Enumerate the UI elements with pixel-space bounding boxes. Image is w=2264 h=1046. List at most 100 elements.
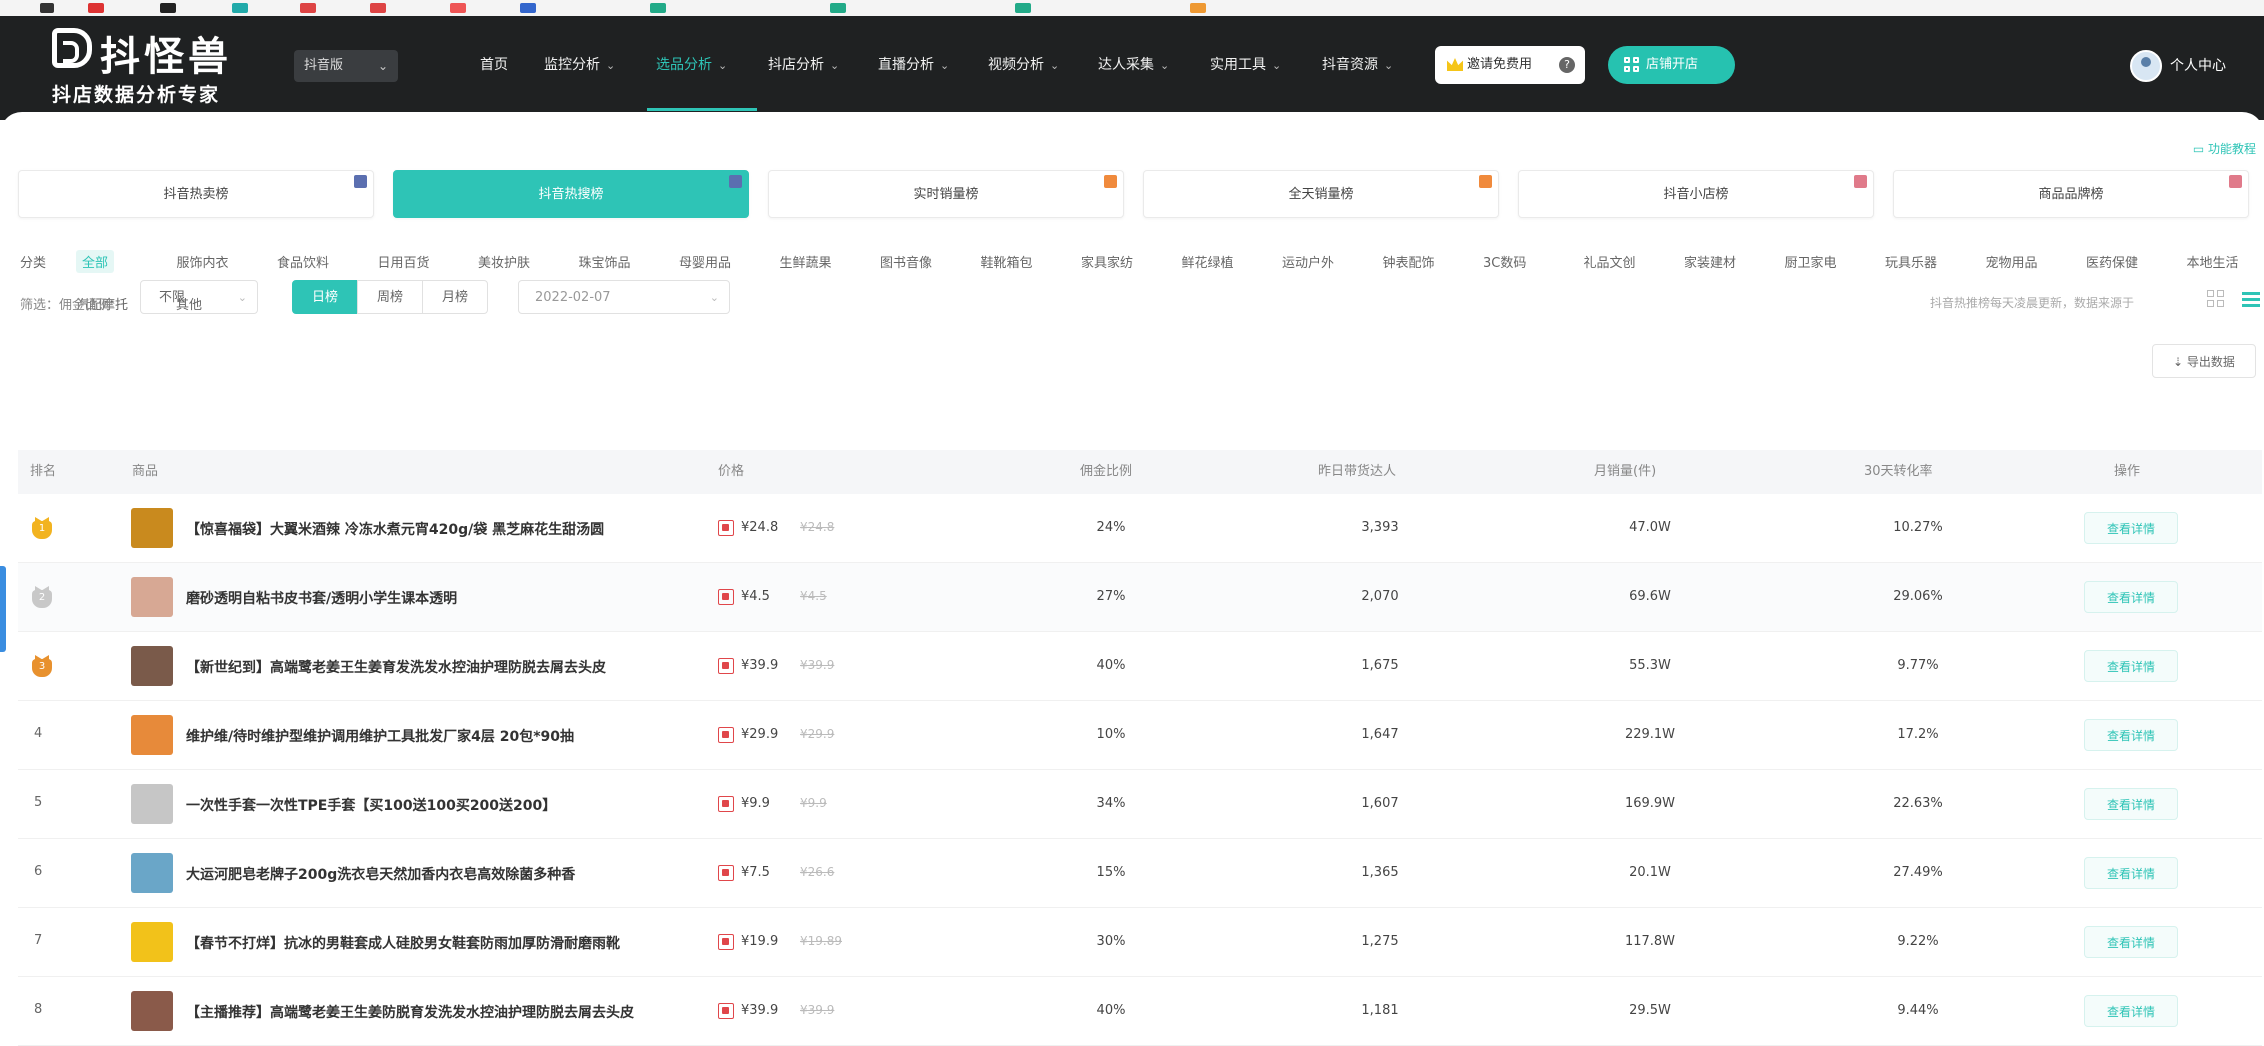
- product-name[interactable]: 【春节不打烊】抗冰的男鞋套成人硅胶男女鞋套防雨加厚防滑耐磨雨靴: [186, 933, 620, 953]
- list-view-icon[interactable]: [2242, 292, 2260, 308]
- date-picker[interactable]: 2022-02-07 ⌄: [518, 280, 730, 314]
- product-name[interactable]: 磨砂透明自粘书皮书套/透明小学生课本透明: [186, 588, 457, 608]
- product-thumbnail[interactable]: [131, 646, 173, 686]
- view-details-button[interactable]: 查看详情: [2084, 995, 2178, 1027]
- product-thumbnail[interactable]: [131, 715, 173, 755]
- ranking-tab[interactable]: 全天销量榜: [1143, 170, 1499, 218]
- category-item[interactable]: 服饰内衣: [177, 252, 229, 271]
- category-item[interactable]: 全部: [76, 250, 115, 273]
- column-header[interactable]: 30天转化率: [1864, 450, 1933, 494]
- bookmark-icon[interactable]: [300, 3, 316, 13]
- product-thumbnail[interactable]: [131, 577, 173, 617]
- product-name[interactable]: 一次性手套一次性TPE手套【买100送100买200送200】: [186, 795, 556, 815]
- category-item[interactable]: 本地生活: [2187, 252, 2239, 271]
- category-item[interactable]: 美妆护肤: [478, 252, 530, 271]
- nav-item[interactable]: 视频分析 ⌄: [988, 54, 1059, 74]
- view-details-button[interactable]: 查看详情: [2084, 788, 2178, 820]
- period-tab[interactable]: 周榜: [357, 280, 423, 314]
- category-item[interactable]: 家具家纺: [1081, 252, 1133, 271]
- open-store-button[interactable]: 店铺开店: [1608, 46, 1735, 84]
- category-item[interactable]: 医药保健: [2086, 252, 2138, 271]
- product-name[interactable]: 【主播推荐】高端鹭老姜王生姜防脱育发洗发水控油护理防脱去屑去头皮: [186, 1002, 634, 1022]
- table-row[interactable]: 5 一次性手套一次性TPE手套【买100送100买200送200】 ¥9.9 ¥9.9…: [18, 770, 2262, 839]
- table-row[interactable]: 2 磨砂透明自粘书皮书套/透明小学生课本透明 ¥4.5 ¥4.5 27% 2,070 69.…: [18, 563, 2262, 632]
- commission-select[interactable]: 不限 ⌄: [140, 280, 258, 314]
- export-data-button[interactable]: ⇣ 导出数据: [2152, 344, 2256, 378]
- product-thumbnail[interactable]: [131, 991, 173, 1031]
- nav-item[interactable]: 直播分析 ⌄: [878, 54, 949, 74]
- category-item[interactable]: 礼品文创: [1584, 252, 1636, 271]
- bookmark-icon[interactable]: [160, 3, 176, 13]
- product-name[interactable]: 【惊喜福袋】大翼米酒辣 冷冻水煮元宵420g/袋 黑芝麻花生甜汤圆: [186, 519, 604, 539]
- nav-item[interactable]: 首页: [480, 54, 508, 74]
- nav-item[interactable]: 选品分析 ⌄: [656, 54, 727, 74]
- category-item[interactable]: 鞋靴箱包: [981, 252, 1033, 271]
- category-item[interactable]: 食品饮料: [277, 252, 329, 271]
- category-item[interactable]: 家装建材: [1684, 252, 1736, 271]
- bookmark-icon[interactable]: [520, 3, 536, 13]
- bookmark-icon[interactable]: [40, 3, 54, 13]
- bookmark-icon[interactable]: [1190, 3, 1206, 13]
- invite-button[interactable]: 邀请免费用 ?: [1435, 46, 1585, 84]
- column-header[interactable]: 价格: [718, 450, 744, 494]
- ranking-tab[interactable]: 抖音小店榜: [1518, 170, 1874, 218]
- bookmark-icon[interactable]: [450, 3, 466, 13]
- category-item[interactable]: 母婴用品: [679, 252, 731, 271]
- ranking-tab[interactable]: 实时销量榜: [768, 170, 1124, 218]
- feature-tutorial-link[interactable]: ▭ 功能教程: [2193, 140, 2256, 157]
- product-name[interactable]: 维护维/待时维护型维护调用维护工具批发厂家4层 20包*90抽: [186, 726, 574, 746]
- table-row[interactable]: 3 【新世纪到】高端鹭老姜王生姜育发洗发水控油护理防脱去屑去头皮 ¥39.9 ¥39.…: [18, 632, 2262, 701]
- category-item[interactable]: 珠宝饰品: [579, 252, 631, 271]
- category-item[interactable]: 图书音像: [880, 252, 932, 271]
- nav-item[interactable]: 监控分析 ⌄: [544, 54, 615, 74]
- table-row[interactable]: 6 大运河肥皂老牌子200g洗衣皂天然加香内衣皂高效除菌多种香 ¥7.5 ¥26.6 1…: [18, 839, 2262, 908]
- product-name[interactable]: 大运河肥皂老牌子200g洗衣皂天然加香内衣皂高效除菌多种香: [186, 864, 575, 884]
- nav-item[interactable]: 实用工具 ⌄: [1210, 54, 1281, 74]
- table-row[interactable]: 8 【主播推荐】高端鹭老姜王生姜防脱育发洗发水控油护理防脱去屑去头皮 ¥39.9 ¥3…: [18, 977, 2262, 1046]
- logo-text[interactable]: 抖怪兽: [100, 24, 232, 82]
- category-item[interactable]: 宠物用品: [1986, 252, 2038, 271]
- help-icon[interactable]: ?: [1559, 57, 1575, 73]
- view-details-button[interactable]: 查看详情: [2084, 512, 2178, 544]
- nav-item[interactable]: 抖音资源 ⌄: [1322, 54, 1393, 74]
- category-item[interactable]: 厨卫家电: [1785, 252, 1837, 271]
- ranking-tab[interactable]: 抖音热搜榜: [393, 170, 749, 218]
- column-header[interactable]: 昨日带货达人: [1318, 450, 1396, 494]
- user-center[interactable]: 个人中心: [2130, 50, 2226, 82]
- bookmark-icon[interactable]: [88, 3, 104, 13]
- product-thumbnail[interactable]: [131, 853, 173, 893]
- category-item[interactable]: 鲜花绿植: [1182, 252, 1234, 271]
- table-row[interactable]: 1 【惊喜福袋】大翼米酒辣 冷冻水煮元宵420g/袋 黑芝麻花生甜汤圆 ¥24.8 ¥…: [18, 494, 2262, 563]
- product-name[interactable]: 【新世纪到】高端鹭老姜王生姜育发洗发水控油护理防脱去屑去头皮: [186, 657, 606, 677]
- category-item[interactable]: 运动户外: [1282, 252, 1334, 271]
- bookmark-icon[interactable]: [1015, 3, 1031, 13]
- view-details-button[interactable]: 查看详情: [2084, 650, 2178, 682]
- nav-item[interactable]: 抖店分析 ⌄: [768, 54, 839, 74]
- view-details-button[interactable]: 查看详情: [2084, 581, 2178, 613]
- side-scroll-indicator[interactable]: [0, 566, 6, 652]
- product-thumbnail[interactable]: [131, 784, 173, 824]
- view-details-button[interactable]: 查看详情: [2084, 926, 2178, 958]
- logo-icon[interactable]: [52, 28, 92, 68]
- platform-select[interactable]: 抖音版 ⌄: [294, 50, 398, 82]
- view-details-button[interactable]: 查看详情: [2084, 857, 2178, 889]
- table-row[interactable]: 7 【春节不打烊】抗冰的男鞋套成人硅胶男女鞋套防雨加厚防滑耐磨雨靴 ¥19.9 ¥19…: [18, 908, 2262, 977]
- category-item[interactable]: 日用百货: [378, 252, 430, 271]
- period-tab[interactable]: 日榜: [292, 280, 358, 314]
- nav-item[interactable]: 达人采集 ⌄: [1098, 54, 1169, 74]
- period-tab[interactable]: 月榜: [422, 280, 488, 314]
- bookmark-icon[interactable]: [830, 3, 846, 13]
- bookmark-icon[interactable]: [370, 3, 386, 13]
- column-header[interactable]: 月销量(件): [1594, 450, 1656, 494]
- avatar[interactable]: [2130, 50, 2162, 82]
- category-item[interactable]: 生鲜蔬果: [780, 252, 832, 271]
- view-details-button[interactable]: 查看详情: [2084, 719, 2178, 751]
- grid-view-icon[interactable]: [2207, 290, 2225, 308]
- product-thumbnail[interactable]: [131, 922, 173, 962]
- bookmark-icon[interactable]: [232, 3, 248, 13]
- category-item[interactable]: 玩具乐器: [1885, 252, 1937, 271]
- category-item[interactable]: 3C数码: [1483, 252, 1526, 271]
- product-thumbnail[interactable]: [131, 508, 173, 548]
- bookmark-icon[interactable]: [650, 3, 666, 13]
- category-item[interactable]: 钟表配饰: [1383, 252, 1435, 271]
